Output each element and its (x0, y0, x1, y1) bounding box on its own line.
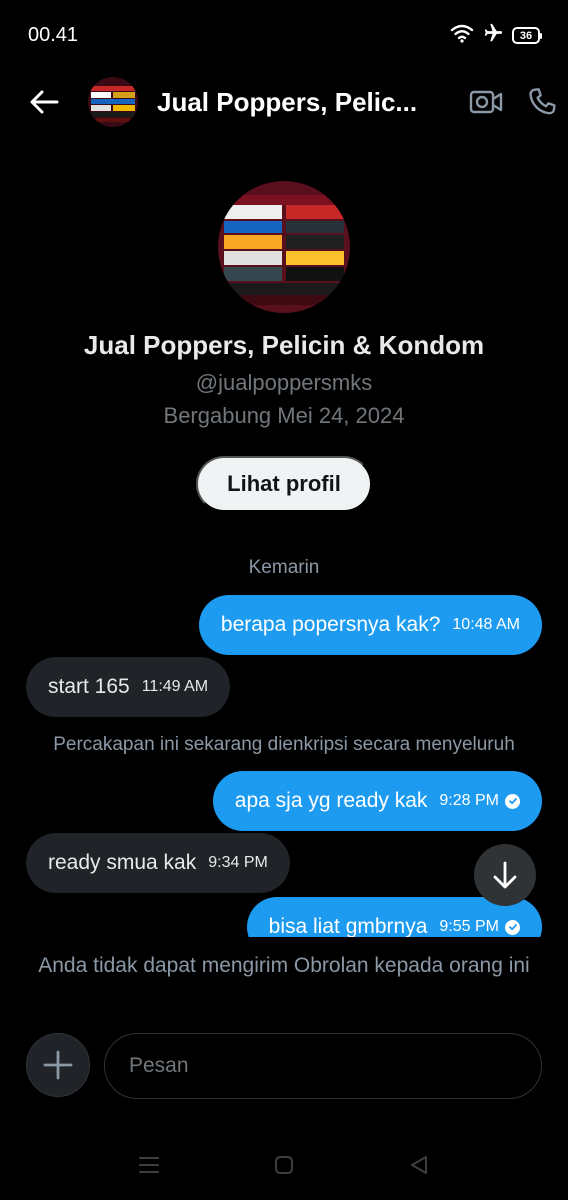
plus-icon (43, 1050, 73, 1080)
message-input[interactable] (104, 1033, 542, 1099)
wifi-icon (450, 23, 474, 48)
chat-header: Jual Poppers, Pelic... (0, 70, 568, 134)
square-icon (275, 1156, 293, 1174)
triangle-back-icon (411, 1156, 427, 1174)
message-text: ready smua kak (48, 851, 197, 874)
message-timestamp: 11:49 AM (141, 678, 209, 695)
status-bar: 00.41 36 (0, 0, 568, 70)
video-call-button[interactable] (466, 84, 506, 120)
message-timestamp: 9:55 PM (439, 918, 499, 935)
system-nav-bar (0, 1140, 568, 1190)
back-button[interactable] (24, 84, 64, 120)
video-camera-icon (469, 90, 503, 114)
profile-name: Jual Poppers, Pelicin & Kondom (83, 330, 485, 360)
arrow-left-icon (30, 90, 59, 114)
message-time: 11:49 AM (142, 678, 208, 696)
day-separator: Kemarin (248, 557, 320, 578)
message-timestamp: 9:28 PM (439, 792, 499, 809)
message-time: 9:34 PM (208, 854, 268, 872)
phone-icon (529, 88, 556, 115)
scroll-to-bottom-button[interactable] (474, 844, 536, 906)
read-check-icon (505, 793, 520, 809)
status-icons: 36 (450, 22, 542, 49)
menu-icon (139, 1157, 159, 1173)
message-text: apa sja yg ready kak (234, 789, 428, 812)
airplane-icon (482, 22, 504, 49)
status-time: 00.41 (28, 24, 79, 46)
encryption-note: Percakapan ini sekarang dienkripsi secar… (53, 734, 515, 755)
system-back-button[interactable] (404, 1152, 434, 1178)
dm-screen: 00.41 36 Jual Poppers, Pelic... Jual Pop… (0, 0, 568, 1200)
message-bubble-outgoing[interactable]: apa sja yg ready kak 9:28 PM (212, 771, 542, 831)
profile-avatar[interactable] (218, 181, 350, 313)
message-text: bisa liat gmbrnya (268, 915, 428, 937)
message-timestamp: 10:48 AM (452, 616, 520, 633)
message-bubble-outgoing[interactable]: berapa popersnya kak? 10:48 AM (198, 595, 542, 655)
message-bubble-incoming[interactable]: ready smua kak 9:34 PM (26, 833, 290, 893)
message-text: start 165 (48, 675, 130, 698)
message-timestamp: 9:34 PM (208, 854, 268, 871)
arrow-down-icon (493, 861, 517, 889)
cannot-send-notice: Anda tidak dapat mengirim Obrolan kepada… (38, 954, 530, 977)
profile-joined-date: Bergabung Mei 24, 2024 (163, 403, 405, 428)
message-text: berapa popersnya kak? (220, 613, 441, 636)
message-bubble-incoming[interactable]: start 165 11:49 AM (26, 657, 231, 717)
battery-icon: 36 (512, 27, 542, 44)
read-check-icon (505, 919, 520, 935)
message-time: 10:48 AM (452, 616, 520, 634)
voice-call-button[interactable] (522, 82, 562, 122)
recent-apps-button[interactable] (134, 1152, 164, 1178)
message-time: 9:55 PM (439, 918, 520, 936)
home-button[interactable] (269, 1152, 299, 1178)
view-profile-button[interactable]: Lihat profil (196, 456, 372, 512)
header-avatar[interactable] (88, 77, 138, 127)
message-time: 9:28 PM (439, 792, 520, 810)
add-media-button[interactable] (26, 1033, 90, 1097)
chat-title[interactable]: Jual Poppers, Pelic... (157, 87, 437, 118)
profile-handle: @jualpoppersmks (195, 370, 373, 395)
